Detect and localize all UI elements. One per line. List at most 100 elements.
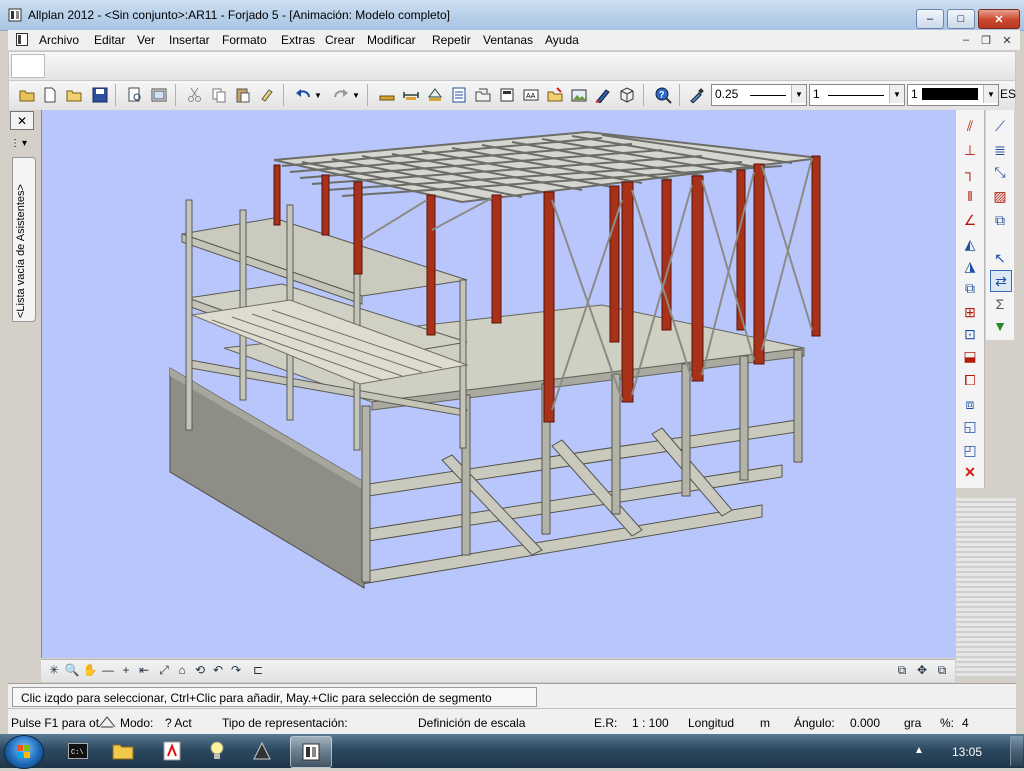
list-report-icon[interactable] bbox=[449, 85, 469, 105]
eyedropper-icon[interactable]: ⟋ bbox=[990, 116, 1010, 136]
scale-ratio-value[interactable]: 1 : 100 bbox=[632, 716, 669, 730]
file-explorer-icon[interactable] bbox=[103, 736, 143, 766]
view-back-icon[interactable]: ↶ bbox=[211, 663, 225, 677]
measure-distance-icon[interactable] bbox=[401, 85, 421, 105]
lightbulb-icon[interactable] bbox=[197, 736, 237, 766]
menu-crear[interactable]: Crear bbox=[325, 33, 355, 47]
snap-mode-icon[interactable] bbox=[98, 714, 116, 728]
eyedropper-icon[interactable] bbox=[687, 85, 707, 105]
copy-element-icon[interactable]: ⧉ bbox=[960, 278, 980, 298]
view-forward-icon[interactable]: ↷ bbox=[229, 663, 243, 677]
orbit-icon[interactable]: ⟲ bbox=[193, 663, 207, 677]
redo-dropdown-icon[interactable]: ▼ bbox=[351, 85, 361, 105]
paste-icon[interactable] bbox=[233, 85, 253, 105]
start-button[interactable] bbox=[4, 735, 44, 769]
assistants-close-button[interactable]: ✕ bbox=[10, 111, 34, 130]
menu-ayuda[interactable]: Ayuda bbox=[545, 33, 579, 47]
measure-line-icon[interactable]: ⤡ bbox=[990, 162, 1010, 182]
menu-repetir[interactable]: Repetir bbox=[432, 33, 471, 47]
measure-ruler-icon[interactable] bbox=[377, 85, 397, 105]
menu-insertar[interactable]: Insertar bbox=[169, 33, 210, 47]
pen-attributes-icon[interactable] bbox=[593, 85, 613, 105]
mirror-icon[interactable]: ◭ bbox=[960, 234, 980, 254]
clock[interactable]: 13:05 bbox=[952, 745, 982, 759]
menu-editar[interactable]: Editar bbox=[94, 33, 125, 47]
assistants-menu-dots[interactable]: ⋮ bbox=[10, 138, 20, 149]
menu-modificar[interactable]: Modificar bbox=[367, 33, 416, 47]
minimize-button[interactable]: – bbox=[916, 9, 944, 29]
mdi-restore-button[interactable]: ❐ bbox=[977, 32, 995, 48]
move-element-icon[interactable]: ⊞ bbox=[960, 302, 980, 322]
redo-icon[interactable] bbox=[331, 85, 351, 105]
menu-extras[interactable]: Extras bbox=[281, 33, 315, 47]
component-icon[interactable]: ⧉ bbox=[990, 210, 1010, 230]
close-button[interactable]: ✕ bbox=[978, 9, 1020, 29]
delete-icon[interactable]: ✕ bbox=[960, 462, 980, 482]
angle-icon[interactable]: ∠ bbox=[960, 210, 980, 230]
menu-archivo[interactable]: Archivo bbox=[39, 33, 79, 47]
length-unit[interactable]: m bbox=[760, 716, 770, 730]
zoom-window-icon[interactable]: ⤢ bbox=[157, 663, 171, 677]
window-icon[interactable]: ◰ bbox=[960, 440, 980, 460]
undo-dropdown-icon[interactable]: ▼ bbox=[313, 85, 323, 105]
connect-icon[interactable]: ┐ bbox=[960, 162, 980, 182]
scale-icon[interactable]: ⧠ bbox=[960, 370, 980, 390]
crosshair-icon[interactable]: + bbox=[119, 663, 133, 677]
angle-unit[interactable]: gra bbox=[904, 716, 921, 730]
move-view-icon[interactable]: ✥ bbox=[915, 663, 929, 677]
measure-area-icon[interactable] bbox=[425, 85, 445, 105]
acrobat-icon[interactable] bbox=[152, 736, 192, 766]
allplan-app-icon[interactable] bbox=[8, 8, 22, 22]
modify-icon[interactable]: ⬓ bbox=[960, 346, 980, 366]
3d-object-icon[interactable] bbox=[617, 85, 637, 105]
allplan-taskbar-icon[interactable] bbox=[242, 736, 282, 766]
command-prompt-icon[interactable]: C:\ bbox=[58, 736, 98, 766]
pan-hand-icon[interactable]: ✋ bbox=[83, 663, 98, 677]
tray-expand-icon[interactable]: ▲ bbox=[914, 745, 924, 756]
save-icon[interactable] bbox=[90, 85, 110, 105]
open-project-icon[interactable] bbox=[17, 85, 37, 105]
stack-icon[interactable]: ⧈ bbox=[960, 394, 980, 414]
menu-formato[interactable]: Formato bbox=[222, 33, 267, 47]
layer-manager-icon[interactable] bbox=[497, 85, 517, 105]
print-preview-icon[interactable] bbox=[125, 85, 145, 105]
pen-thickness-select[interactable]: 0.25 ▼ bbox=[711, 84, 807, 106]
menu-ver[interactable]: Ver bbox=[137, 33, 155, 47]
animation-viewport[interactable] bbox=[41, 110, 956, 658]
view-layout-icon[interactable]: ⧉ bbox=[895, 663, 909, 677]
fit-arrows-icon[interactable]: ⇤ bbox=[137, 663, 151, 677]
mode-value[interactable]: ? Act bbox=[165, 716, 192, 730]
select-toggle-icon[interactable]: ⇄ bbox=[990, 270, 1012, 292]
maximize-button[interactable]: □ bbox=[947, 9, 975, 29]
align-icon[interactable]: ≣ bbox=[990, 140, 1010, 160]
document-window-icon[interactable] bbox=[16, 33, 28, 46]
sum-icon[interactable]: Σ bbox=[990, 294, 1010, 314]
menu-ventanas[interactable]: Ventanas bbox=[483, 33, 533, 47]
toolbar-blank-field[interactable] bbox=[11, 54, 45, 78]
new-file-icon[interactable] bbox=[40, 85, 60, 105]
copy-view-icon[interactable]: ⧉ bbox=[935, 663, 949, 677]
help-search-icon[interactable]: ? bbox=[653, 85, 673, 105]
allplan-active-window-icon[interactable] bbox=[290, 736, 332, 768]
parallel-lines-icon[interactable]: ‖ bbox=[960, 186, 980, 206]
mdi-close-button[interactable]: ✕ bbox=[998, 32, 1016, 48]
split-icon[interactable]: ⊥ bbox=[960, 140, 980, 160]
mirror-copy-icon[interactable]: ◮ bbox=[960, 256, 980, 276]
camera-icon[interactable]: ⊏ bbox=[251, 663, 265, 677]
text-style-icon[interactable]: AA bbox=[521, 85, 541, 105]
cut-icon[interactable] bbox=[185, 85, 205, 105]
zoom-icon[interactable]: 🔍 bbox=[65, 663, 80, 677]
scale-definition[interactable]: Definición de escala bbox=[418, 716, 525, 730]
library-folder-icon[interactable] bbox=[545, 85, 565, 105]
chevron-down-icon[interactable]: ▾ bbox=[22, 138, 27, 149]
delete-line-icon[interactable]: ⫽ bbox=[960, 116, 980, 136]
select-arrow-icon[interactable]: ↖ bbox=[990, 248, 1010, 268]
filter-icon[interactable]: ▼ bbox=[990, 316, 1010, 336]
toolbar-overflow-label[interactable]: ES bbox=[1000, 87, 1016, 101]
line-type-select[interactable]: 1 ▼ bbox=[809, 84, 905, 106]
rotate-icon[interactable]: ⊡ bbox=[960, 324, 980, 344]
open-files-icon[interactable] bbox=[473, 85, 493, 105]
assistants-tab[interactable]: <Lista vacía de Asistentes> bbox=[12, 157, 36, 322]
mdi-minimize-button[interactable]: – bbox=[957, 32, 975, 48]
show-desktop-button[interactable] bbox=[1010, 736, 1023, 766]
